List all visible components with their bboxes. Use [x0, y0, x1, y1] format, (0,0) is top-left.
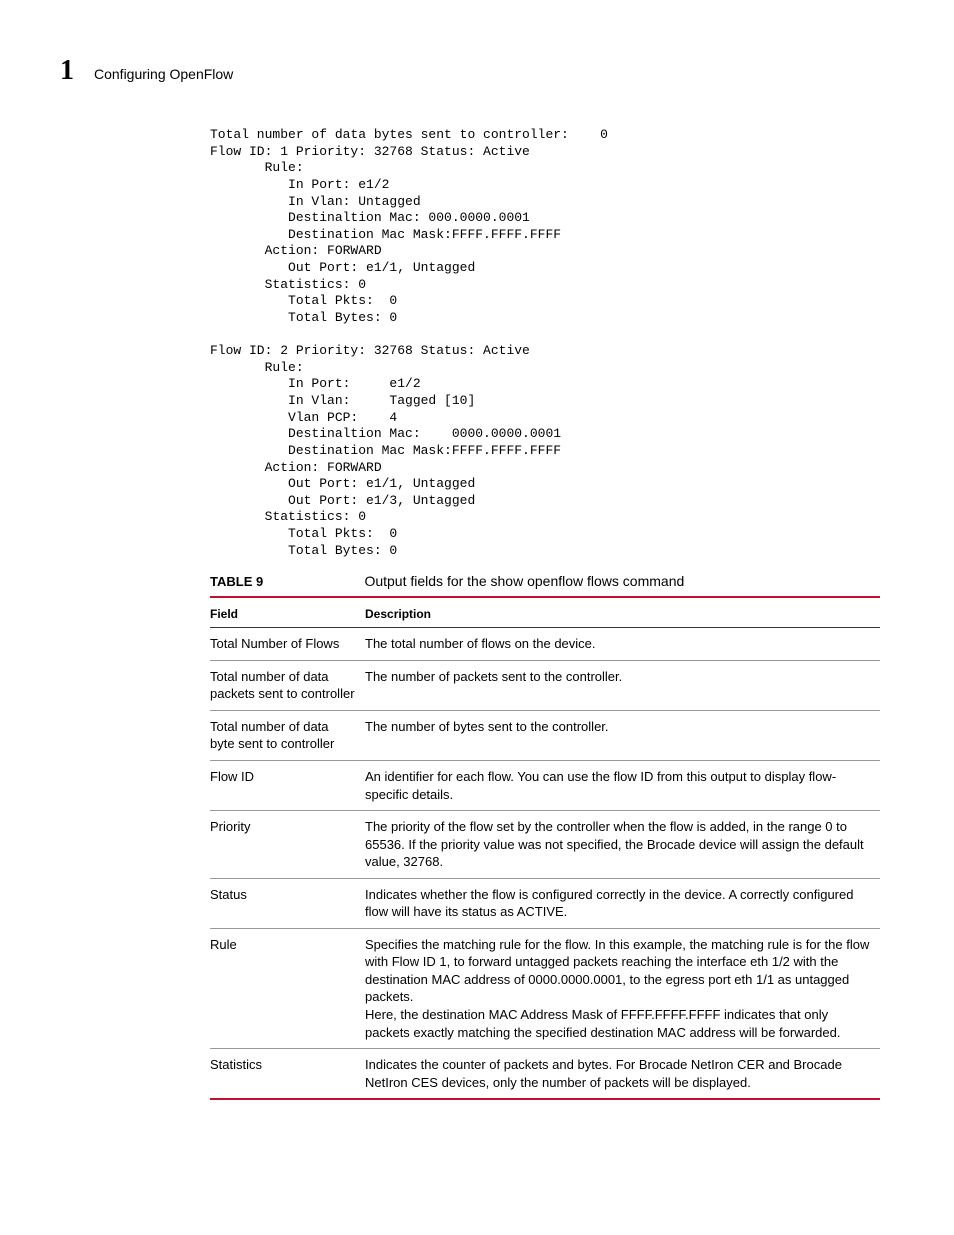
table-row: StatusIndicates whether the flow is conf… [210, 878, 880, 928]
cell-field: Statistics [210, 1049, 365, 1100]
cell-desc: The priority of the flow set by the cont… [365, 811, 880, 879]
cell-desc: The number of packets sent to the contro… [365, 660, 880, 710]
table-row: RuleSpecifies the matching rule for the … [210, 928, 880, 1048]
table-row: Flow IDAn identifier for each flow. You … [210, 760, 880, 810]
cell-desc: Indicates the counter of packets and byt… [365, 1049, 880, 1100]
cell-field: Status [210, 878, 365, 928]
chapter-title: Configuring OpenFlow [94, 66, 233, 82]
table-container: TABLE 9 Output fields for the show openf… [210, 573, 880, 1100]
table-header: Field Description [210, 600, 880, 628]
table-row: Total Number of FlowsThe total number of… [210, 628, 880, 661]
table-caption-row: TABLE 9 Output fields for the show openf… [210, 573, 880, 598]
cell-desc: The total number of flows on the device. [365, 628, 880, 661]
cell-desc: Specifies the matching rule for the flow… [365, 928, 880, 1048]
cell-desc: The number of bytes sent to the controll… [365, 710, 880, 760]
table-row: Total number of data byte sent to contro… [210, 710, 880, 760]
cell-field: Rule [210, 928, 365, 1048]
page-header: 1 Configuring OpenFlow [60, 55, 894, 87]
table-row: PriorityThe priority of the flow set by … [210, 811, 880, 879]
output-fields-table: Field Description Total Number of FlowsT… [210, 600, 880, 1100]
code-block: Total number of data bytes sent to contr… [210, 127, 894, 559]
col-header-field: Field [210, 600, 365, 628]
table-row: Total number of data packets sent to con… [210, 660, 880, 710]
cell-field: Priority [210, 811, 365, 879]
chapter-number: 1 [60, 55, 74, 87]
cell-field: Total number of data byte sent to contro… [210, 710, 365, 760]
col-header-desc: Description [365, 600, 880, 628]
page-container: 1 Configuring OpenFlow Total number of d… [0, 0, 954, 1160]
cell-desc: An identifier for each flow. You can use… [365, 760, 880, 810]
table-label: TABLE 9 [210, 574, 360, 589]
cell-field: Flow ID [210, 760, 365, 810]
table-caption: Output fields for the show openflow flow… [364, 573, 684, 589]
cell-field: Total Number of Flows [210, 628, 365, 661]
table-row: StatisticsIndicates the counter of packe… [210, 1049, 880, 1100]
cell-desc: Indicates whether the flow is configured… [365, 878, 880, 928]
cell-field: Total number of data packets sent to con… [210, 660, 365, 710]
